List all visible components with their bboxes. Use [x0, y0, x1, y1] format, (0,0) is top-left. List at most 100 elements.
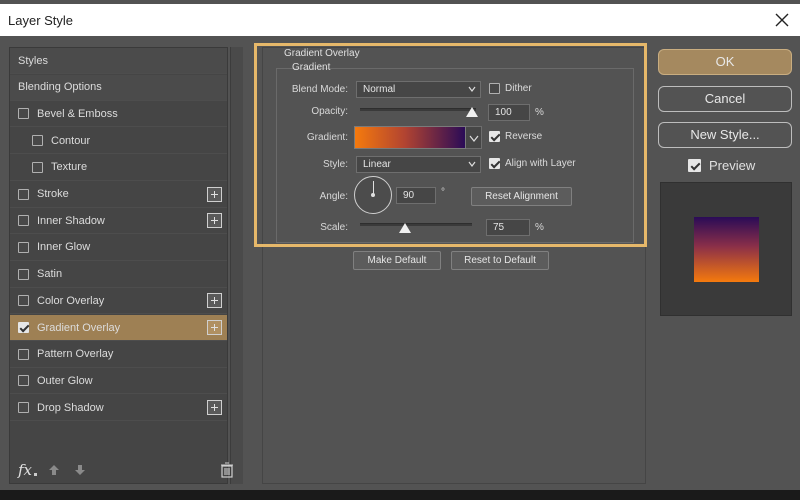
angle-input[interactable]: 90 — [396, 187, 436, 204]
opacity-slider-thumb[interactable] — [466, 107, 478, 117]
style-item-bevel-emboss[interactable]: Bevel & Emboss — [10, 101, 227, 128]
style-item-outer-glow[interactable]: Outer Glow — [10, 368, 227, 395]
bottom-strip — [0, 490, 800, 500]
style-select[interactable]: Linear — [356, 156, 481, 173]
style-item-label: Drop Shadow — [37, 401, 104, 414]
new-style-button[interactable]: New Style... — [658, 122, 792, 148]
style-item-label: Pattern Overlay — [37, 348, 114, 361]
opacity-unit: % — [535, 107, 544, 118]
gradient-swatch[interactable] — [354, 126, 466, 149]
plus-icon[interactable] — [207, 186, 222, 202]
scale-slider-thumb[interactable] — [398, 223, 411, 233]
style-item-blending-options[interactable]: Blending Options — [10, 74, 227, 101]
scale-input[interactable]: 75 — [486, 219, 530, 236]
checkbox-icon[interactable] — [32, 161, 43, 173]
opacity-slider-track[interactable] — [360, 108, 476, 111]
plus-icon[interactable] — [207, 213, 222, 229]
style-item-gradient-overlay[interactable]: Gradient Overlay — [10, 315, 227, 341]
gradient-label: Gradient: — [306, 132, 348, 143]
styles-footer: fx — [10, 456, 233, 484]
style-item-inner-glow[interactable]: Inner Glow — [10, 235, 227, 261]
checkbox-icon[interactable] — [18, 268, 29, 280]
cancel-button[interactable]: Cancel — [658, 86, 792, 112]
checkbox-icon[interactable] — [18, 295, 29, 307]
opacity-label: Opacity: — [311, 106, 348, 117]
styles-list-scrollbar[interactable] — [230, 47, 243, 484]
checkbox-icon[interactable] — [18, 402, 29, 414]
checkbox-icon[interactable] — [18, 348, 29, 360]
checkbox-icon[interactable] — [688, 159, 701, 172]
preview-box — [660, 182, 792, 316]
style-item-label: Styles — [18, 54, 48, 67]
checkbox-icon[interactable] — [489, 131, 500, 142]
arrow-down-icon[interactable] — [74, 464, 86, 476]
preview-swatch — [694, 217, 759, 282]
preview-label: Preview — [709, 158, 756, 173]
chevron-down-icon — [467, 159, 477, 169]
style-item-texture[interactable]: Texture — [10, 155, 227, 181]
checkbox-icon[interactable] — [489, 158, 500, 169]
chevron-down-icon — [469, 135, 479, 142]
blend-mode-label: Blend Mode: — [291, 84, 348, 95]
fx-icon[interactable]: fx — [18, 461, 32, 479]
style-item-label: Contour — [51, 134, 91, 147]
opacity-input[interactable]: 100 — [488, 104, 530, 121]
checkbox-icon[interactable] — [18, 215, 29, 227]
style-item-label: Outer Glow — [37, 374, 93, 387]
style-item-label: Bevel & Emboss — [37, 107, 118, 120]
style-item-drop-shadow[interactable]: Drop Shadow — [10, 395, 227, 422]
plus-icon[interactable] — [207, 320, 222, 335]
style-item-label: Blending Options — [18, 81, 102, 94]
make-default-button[interactable]: Make Default — [353, 251, 441, 270]
style-item-color-overlay[interactable]: Color Overlay — [10, 288, 227, 315]
style-value: Linear — [363, 159, 391, 170]
preview-checkbox[interactable]: Preview — [688, 158, 755, 173]
style-label: Style: — [322, 159, 348, 170]
style-item-contour[interactable]: Contour — [10, 128, 227, 155]
window-title: Layer Style — [8, 13, 74, 28]
style-item-stroke[interactable]: Stroke — [10, 182, 227, 208]
angle-label: Angle: — [319, 191, 348, 202]
ok-button[interactable]: OK — [658, 49, 792, 75]
plus-icon[interactable] — [207, 400, 222, 416]
reverse-checkbox[interactable]: Reverse — [489, 131, 542, 142]
trash-icon[interactable] — [220, 462, 234, 478]
style-item-styles[interactable]: Styles — [10, 48, 227, 74]
checkbox-icon[interactable] — [18, 241, 29, 253]
style-item-inner-shadow[interactable]: Inner Shadow — [10, 208, 227, 235]
group-title: Gradient — [292, 62, 331, 73]
style-item-label: Satin — [37, 268, 63, 281]
style-item-label: Inner Shadow — [37, 214, 105, 227]
scale-label: Scale: — [320, 222, 348, 233]
angle-dial-icon[interactable] — [354, 176, 392, 214]
reverse-label: Reverse — [505, 131, 543, 142]
dither-label: Dither — [505, 83, 532, 94]
checkbox-icon[interactable] — [489, 83, 500, 94]
style-item-label: Gradient Overlay — [37, 321, 121, 334]
section-title: Gradient Overlay — [284, 48, 360, 59]
checkbox-icon[interactable] — [18, 108, 29, 120]
scale-slider-track[interactable] — [360, 223, 472, 226]
angle-unit: ° — [441, 187, 445, 198]
blend-mode-value: Normal — [363, 84, 396, 95]
blend-mode-select[interactable]: Normal — [356, 81, 481, 98]
dither-checkbox[interactable]: Dither — [489, 83, 532, 94]
style-item-pattern-overlay[interactable]: Pattern Overlay — [10, 342, 227, 368]
plus-icon[interactable] — [207, 293, 222, 309]
checkbox-icon[interactable] — [18, 375, 29, 387]
arrow-up-icon[interactable] — [48, 464, 60, 476]
align-with-layer-label: Align with Layer — [505, 158, 576, 169]
fx-menu-indicator — [34, 473, 37, 476]
checkbox-icon[interactable] — [18, 322, 29, 333]
checkbox-icon[interactable] — [18, 188, 29, 200]
reset-to-default-button[interactable]: Reset to Default — [451, 251, 549, 270]
close-icon[interactable] — [770, 8, 794, 32]
style-item-label: Stroke — [37, 188, 69, 200]
align-with-layer-checkbox[interactable]: Align with Layer — [489, 158, 576, 169]
gradient-picker-dropdown[interactable] — [466, 126, 482, 149]
style-item-label: Color Overlay — [37, 294, 105, 307]
checkbox-icon[interactable] — [32, 135, 43, 147]
style-item-satin[interactable]: Satin — [10, 262, 227, 288]
reset-alignment-button[interactable]: Reset Alignment — [471, 187, 572, 206]
style-item-label: Inner Glow — [37, 241, 91, 254]
